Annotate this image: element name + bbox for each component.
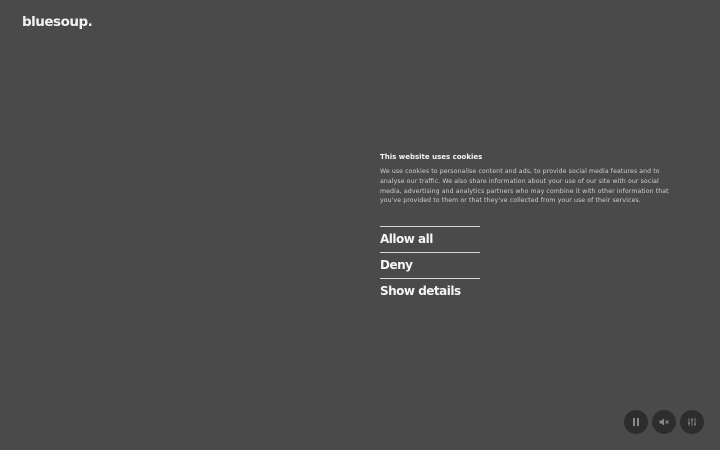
deny-button[interactable]: Deny bbox=[380, 252, 480, 278]
equalizer-icon bbox=[688, 418, 696, 426]
cookie-title: This website uses cookies bbox=[380, 153, 483, 161]
mute-button[interactable] bbox=[652, 410, 676, 434]
media-controls bbox=[624, 410, 704, 434]
cookie-description: We use cookies to personalise content an… bbox=[380, 168, 669, 205]
pause-button[interactable] bbox=[624, 410, 648, 434]
equalizer-button[interactable] bbox=[680, 410, 704, 434]
mute-icon bbox=[659, 418, 669, 426]
brand-logo[interactable]: bluesoup. bbox=[22, 14, 93, 30]
allow-all-button[interactable]: Allow all bbox=[380, 226, 480, 252]
pause-icon bbox=[633, 418, 639, 426]
show-details-button[interactable]: Show details bbox=[380, 278, 480, 304]
cookie-consent-banner: This website uses cookies We use cookies… bbox=[380, 153, 680, 304]
cookie-actions: Allow all Deny Show details bbox=[380, 226, 480, 304]
